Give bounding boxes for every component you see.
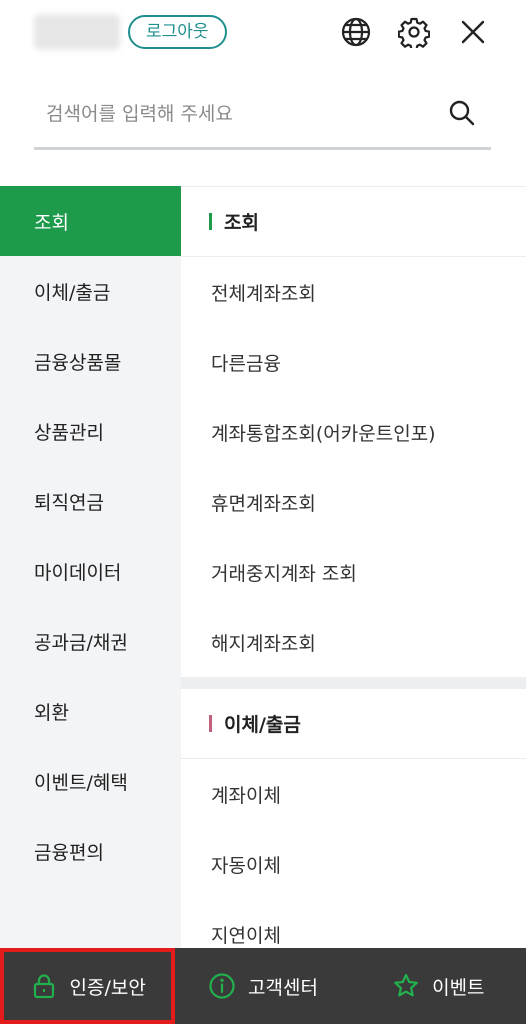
submenu-panel: 조회 전체계좌조회 다른금융 계좌통합조회(어카운트인포) 휴면계좌조회 거래중…: [181, 186, 526, 948]
globe-icon[interactable]: [338, 14, 374, 50]
customer-center-button[interactable]: 고객센터: [175, 948, 350, 1024]
search-input[interactable]: [46, 96, 436, 132]
submenu-item[interactable]: 계좌통합조회(어카운트인포): [181, 397, 526, 467]
section-title: 이체/출금: [224, 714, 301, 736]
submenu-item[interactable]: 계좌이체: [181, 759, 526, 829]
auth-security-label: 인증/보안: [69, 976, 146, 999]
info-icon: [209, 973, 235, 999]
left-menu-item-foreign-exchange[interactable]: 외환: [0, 676, 181, 746]
logout-button[interactable]: 로그아웃: [128, 15, 227, 49]
top-header: 로그아웃: [0, 0, 526, 70]
left-menu-item-financial-convenience[interactable]: 금융편의: [0, 816, 181, 886]
submenu-item[interactable]: 다른금융: [181, 327, 526, 397]
left-menu-item-mydata[interactable]: 마이데이터: [0, 536, 181, 606]
left-menu-item-product-management[interactable]: 상품관리: [0, 396, 181, 466]
search-bar: [34, 86, 491, 150]
left-menu-item-products-mall[interactable]: 금융상품몰: [0, 326, 181, 396]
left-menu-item-utility-bonds[interactable]: 공과금/채권: [0, 606, 181, 676]
gear-icon[interactable]: [396, 14, 432, 50]
left-menu-item-events-benefits[interactable]: 이벤트/혜택: [0, 746, 181, 816]
star-icon: [394, 973, 418, 997]
lock-icon: [33, 974, 54, 999]
submenu-item[interactable]: 해지계좌조회: [181, 607, 526, 677]
submenu-item[interactable]: 거래중지계좌 조회: [181, 537, 526, 607]
event-button[interactable]: 이벤트: [351, 948, 526, 1024]
submenu-item[interactable]: 자동이체: [181, 829, 526, 899]
section-marker: [209, 715, 212, 732]
left-category-menu: 조회 이체/출금 금융상품몰 상품관리 퇴직연금 마이데이터 공과금/채권 외환…: [0, 186, 181, 948]
close-icon[interactable]: [455, 14, 491, 50]
event-label: 이벤트: [432, 976, 485, 999]
left-menu-item-transfer[interactable]: 이체/출금: [0, 256, 181, 326]
search-icon[interactable]: [447, 98, 477, 128]
section-header-transfer: 이체/출금: [181, 689, 526, 759]
submenu-item[interactable]: 휴면계좌조회: [181, 467, 526, 537]
auth-security-button[interactable]: 인증/보안: [0, 948, 176, 1024]
section-marker: [209, 213, 212, 230]
section-title: 조회: [224, 212, 259, 234]
customer-center-label: 고객센터: [248, 976, 318, 999]
submenu-item[interactable]: 지연이체: [181, 899, 526, 948]
bottom-action-bar: 인증/보안 고객센터 이벤트: [0, 948, 526, 1024]
user-name-blurred: [34, 14, 120, 50]
section-header-inquiry: 조회: [181, 187, 526, 257]
submenu-item[interactable]: 전체계좌조회: [181, 257, 526, 327]
left-menu-item-retirement-pension[interactable]: 퇴직연금: [0, 466, 181, 536]
left-menu-item-inquiry[interactable]: 조회: [0, 186, 181, 256]
section-divider: [181, 677, 526, 689]
